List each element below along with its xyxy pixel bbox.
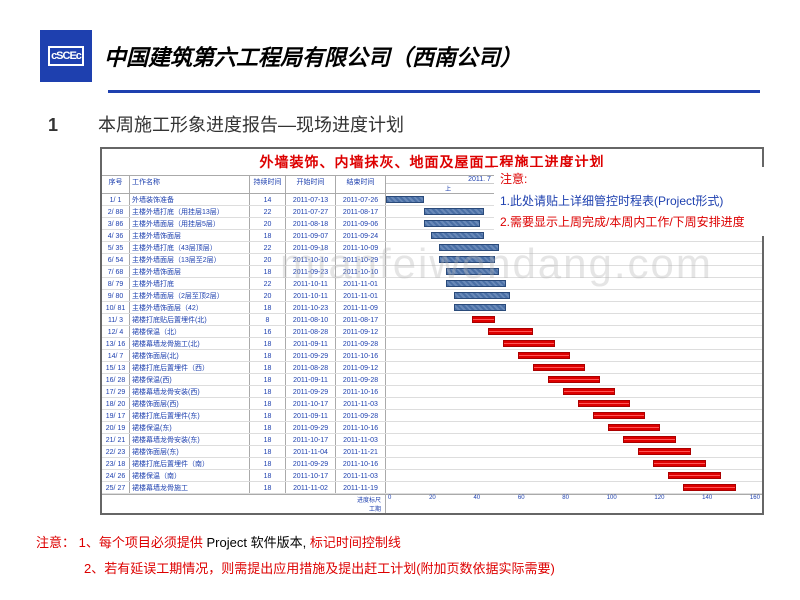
company-logo: cSCEc	[40, 30, 92, 82]
table-row: 16/ 28裙楼保温(西)182011-09-112011-09-28	[102, 374, 762, 386]
section-number: 1	[48, 115, 58, 135]
note-title: 注意:	[500, 169, 768, 191]
section-title: 1本周施工形象进度报告—现场进度计划	[48, 111, 800, 137]
gantt-scale: 进度标尺工期 020406080100120140160	[102, 494, 762, 513]
table-row: 19/ 17裙楼打底后置埋件(东)182011-09-112011-09-28	[102, 410, 762, 422]
table-row: 21/ 21裙楼幕墙龙骨安装(东)182011-10-172011-11-03	[102, 434, 762, 446]
table-row: 14/ 7裙楼饰面层(北)182011-09-292011-10-16	[102, 350, 762, 362]
gantt-body: 1/ 1外墙装饰准备142011-07-132011-07-262/ 88主楼外…	[102, 194, 762, 494]
table-row: 6/ 54主楼外墙面层（13层至2层）202011-10-102011-10-2…	[102, 254, 762, 266]
table-row: 18/ 20裙楼饰面层(西)182011-10-172011-11-03	[102, 398, 762, 410]
note-line-2: 2.需要显示上周完成/本周内工作/下周安排进度	[500, 212, 768, 234]
company-name: 中国建筑第六工程局有限公司（西南公司）	[104, 40, 522, 72]
table-row: 25/ 27裙楼幕墙龙骨施工182011-11-022011-11-19	[102, 482, 762, 494]
note-line-1: 1.此处请贴上详细管控时程表(Project形式)	[500, 191, 768, 213]
table-row: 22/ 23裙楼饰面层(东)182011-11-042011-11-21	[102, 446, 762, 458]
header: cSCEc 中国建筑第六工程局有限公司（西南公司）	[0, 0, 800, 90]
table-row: 8/ 79主楼外墙打底222011-10-112011-11-01	[102, 278, 762, 290]
table-row: 23/ 18裙楼打底后置埋件（南）182011-09-292011-10-16	[102, 458, 762, 470]
table-row: 20/ 19裙楼保温(东)182011-09-292011-10-16	[102, 422, 762, 434]
table-row: 17/ 29裙楼幕墙龙骨安装(西)182011-09-292011-10-16	[102, 386, 762, 398]
table-row: 15/ 13裙楼打底后置埋件（西）182011-08-282011-09-12	[102, 362, 762, 374]
table-row: 10/ 81主楼外墙饰面层（42）182011-10-232011-11-09	[102, 302, 762, 314]
annotation-box: 注意: 1.此处请贴上详细管控时程表(Project形式) 2.需要显示上周完成…	[494, 167, 774, 236]
table-row: 9/ 80主楼外墙面层（2层至顶2层）202011-10-112011-11-0…	[102, 290, 762, 302]
table-row: 13/ 16裙楼幕墙龙骨施工(北)182011-09-112011-09-28	[102, 338, 762, 350]
header-divider	[108, 90, 760, 93]
table-row: 5/ 35主楼外墙打底（43层顶层）222011-09-182011-10-09	[102, 242, 762, 254]
table-row: 7/ 68主楼外墙饰面层182011-09-232011-10-10	[102, 266, 762, 278]
gantt-container: 外墙装饰、内墙抹灰、地面及屋面工程施工进度计划 序号 工作名称 持续时间 开始时…	[100, 147, 764, 515]
table-row: 24/ 26裙楼保温（南）182011-10-172011-11-03	[102, 470, 762, 482]
footer-notes: 注意： 1、每个项目必须提供 Project 软件版本, 标记时间控制线 2、若…	[36, 530, 555, 582]
table-row: 12/ 4裙楼保温（北）162011-08-282011-09-12	[102, 326, 762, 338]
table-row: 11/ 3裙楼打底贴后置埋件(北)82011-08-102011-08-17	[102, 314, 762, 326]
